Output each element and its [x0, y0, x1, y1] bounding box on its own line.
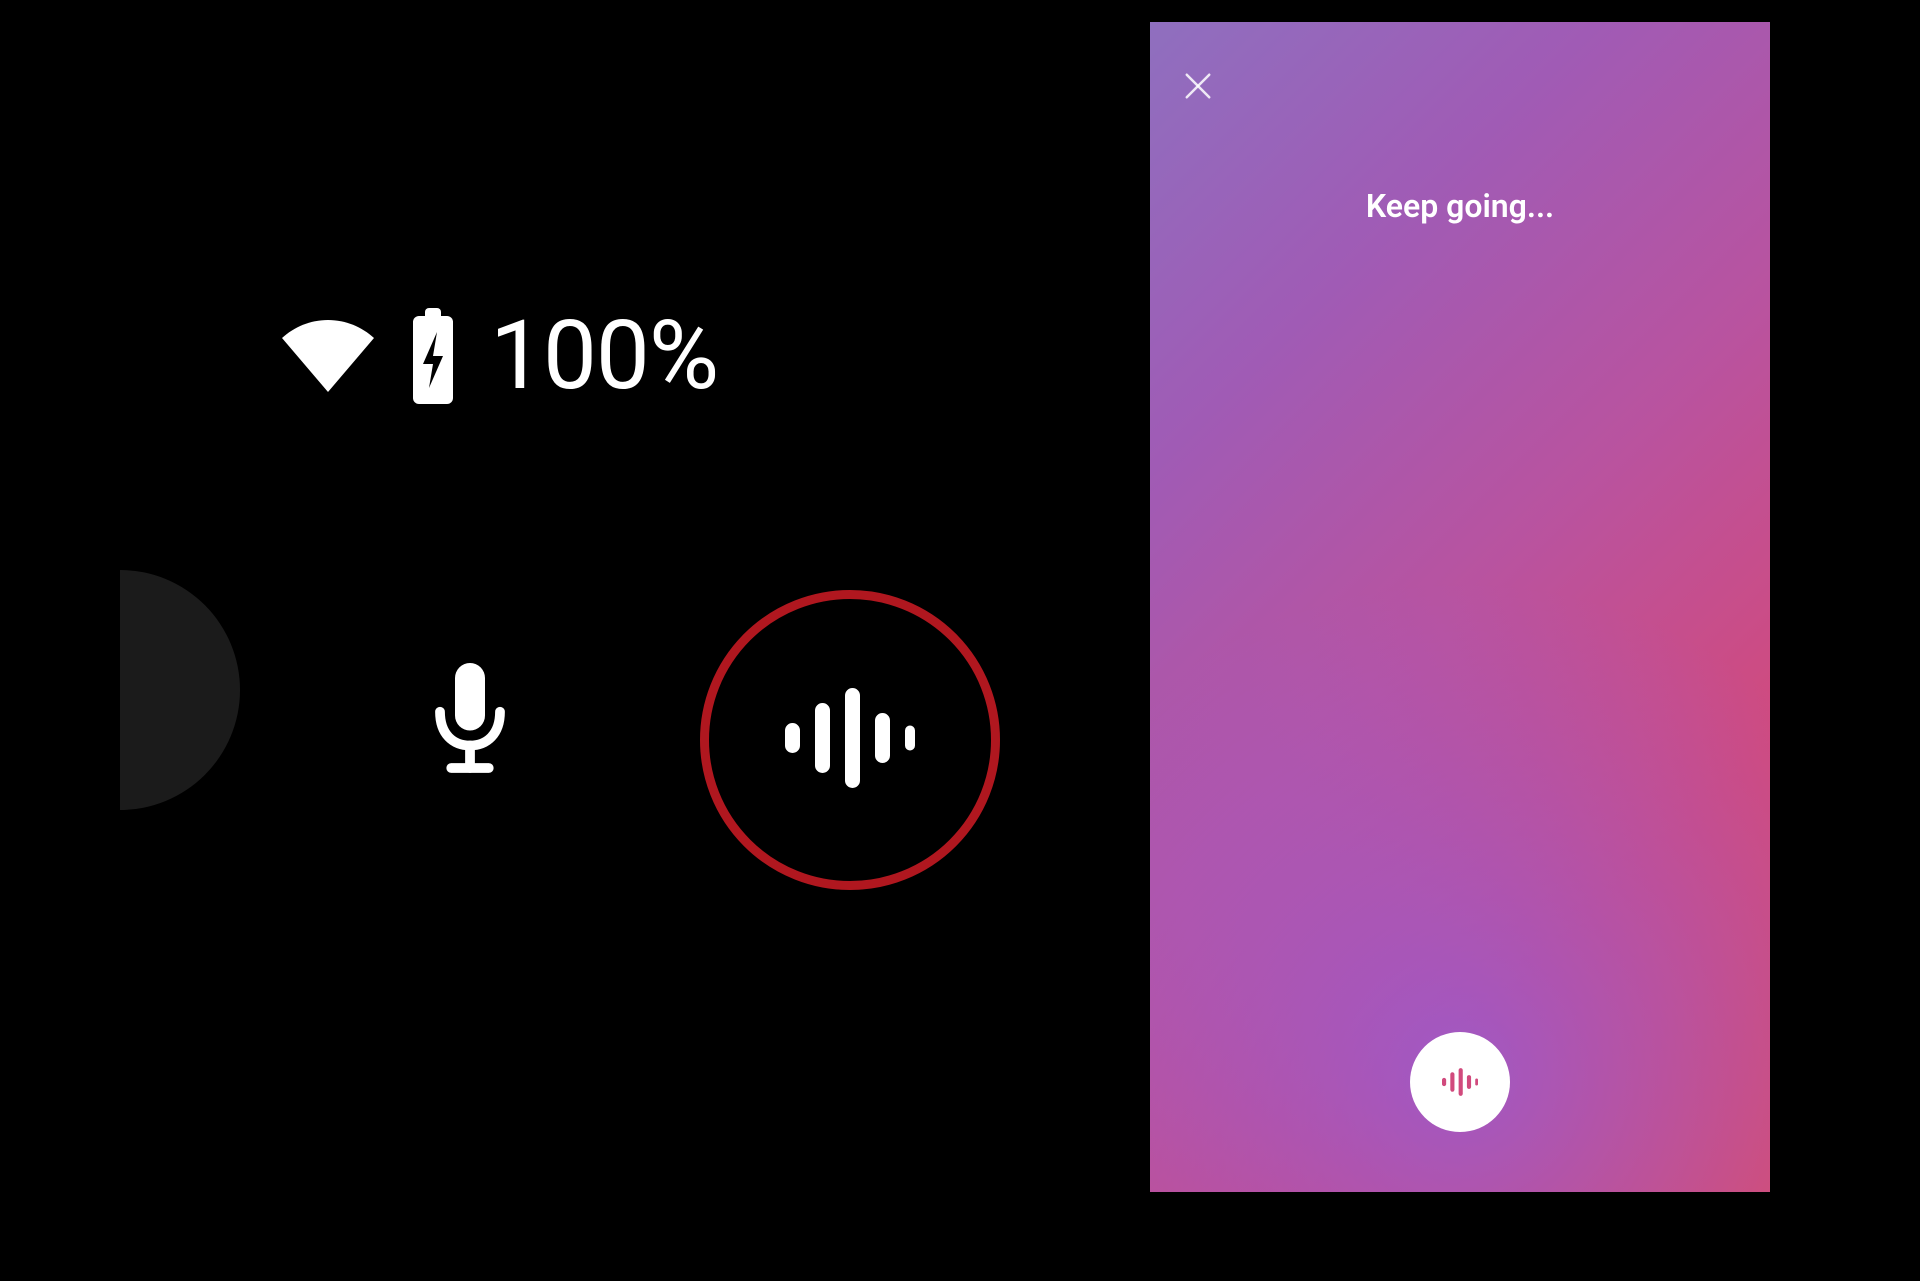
zoomed-status-area: 100% — [0, 0, 1150, 1281]
battery-charging-icon — [404, 308, 462, 404]
screen-edge-indicator — [120, 570, 240, 810]
battery-level-text: 100% — [490, 308, 718, 404]
wifi-icon — [280, 320, 376, 392]
listening-prompt: Keep going... — [1150, 187, 1770, 225]
microphone-icon — [425, 663, 515, 787]
sound-wave-icon — [1442, 1067, 1478, 1097]
microphone-button[interactable] — [405, 660, 535, 790]
sound-search-button-highlighted[interactable] — [700, 590, 1000, 890]
sound-wave-icon — [785, 688, 915, 792]
sound-search-record-button[interactable] — [1410, 1032, 1510, 1132]
song-search-screen: Keep going... — [1150, 22, 1770, 1192]
status-bar: 100% — [280, 308, 718, 404]
close-button[interactable] — [1176, 66, 1220, 110]
close-icon — [1183, 71, 1213, 105]
